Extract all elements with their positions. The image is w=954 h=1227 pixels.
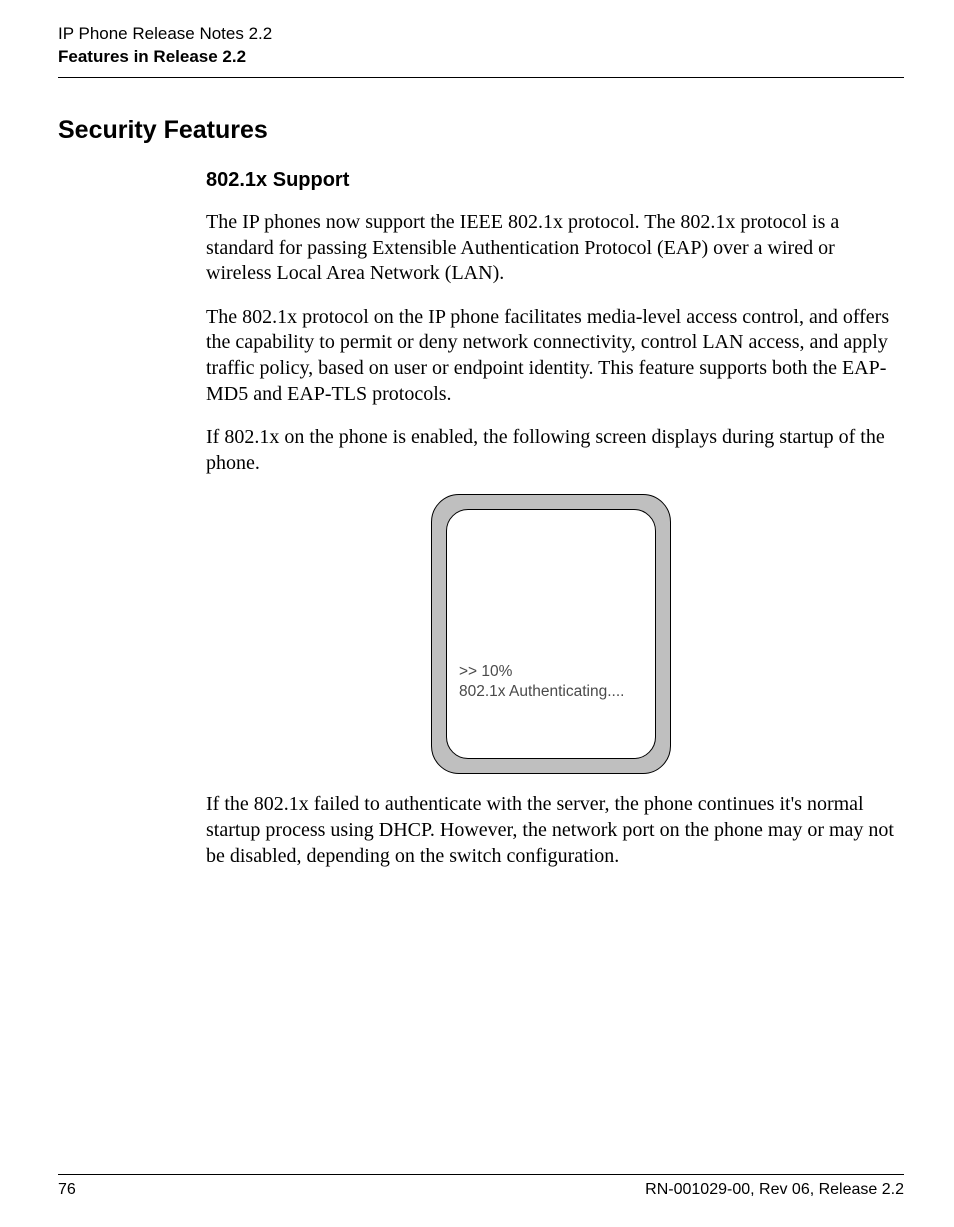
paragraph: If the 802.1x failed to authenticate wit… <box>206 792 896 869</box>
paragraph: The 802.1x protocol on the IP phone faci… <box>206 305 896 407</box>
footer-rule <box>58 1174 904 1175</box>
figure-phone-screen: >> 10% 802.1x Authenticating.... <box>206 494 896 774</box>
paragraph: The IP phones now support the IEEE 802.1… <box>206 210 896 287</box>
running-header-title: IP Phone Release Notes 2.2 <box>58 24 904 44</box>
paragraph: If 802.1x on the phone is enabled, the f… <box>206 425 896 476</box>
heading-security-features: Security Features <box>58 116 904 145</box>
heading-8021x-support: 802.1x Support <box>206 169 896 192</box>
page-footer: 76 RN-001029-00, Rev 06, Release 2.2 <box>58 1174 904 1199</box>
screen-line-2: 802.1x Authenticating.... <box>459 682 624 701</box>
screen-line-1: >> 10% <box>459 662 624 681</box>
running-header-section: Features in Release 2.2 <box>58 47 904 67</box>
phone-display-text: >> 10% 802.1x Authenticating.... <box>459 662 624 701</box>
phone-display: >> 10% 802.1x Authenticating.... <box>446 509 656 759</box>
body-content: 802.1x Support The IP phones now support… <box>206 169 896 869</box>
page-number: 76 <box>58 1181 76 1199</box>
header-rule <box>58 77 904 78</box>
document-id: RN-001029-00, Rev 06, Release 2.2 <box>645 1181 904 1199</box>
phone-bezel: >> 10% 802.1x Authenticating.... <box>431 494 671 774</box>
